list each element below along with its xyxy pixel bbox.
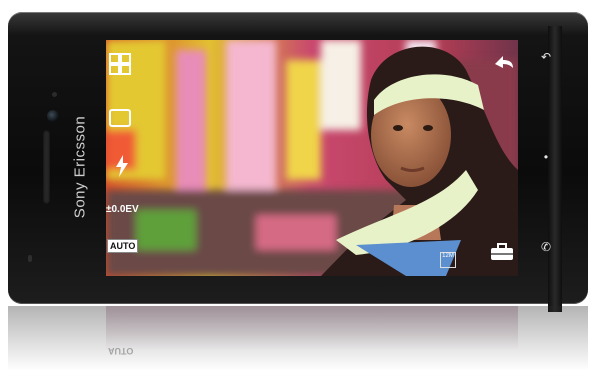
grid-icon[interactable] — [108, 52, 132, 76]
camera-viewfinder[interactable] — [106, 40, 518, 276]
brand-logo: Sony Ericsson — [71, 115, 89, 219]
exposure-value[interactable]: ±0.0EV — [106, 204, 139, 215]
reflection-screen — [106, 306, 518, 350]
back-arrow-icon[interactable] — [492, 50, 516, 74]
device-reflection: AUTO — [8, 306, 588, 378]
side-touch-strip — [548, 26, 562, 312]
resolution-badge: 12M — [440, 252, 456, 268]
camera-switch-icon[interactable]: ↶ — [538, 50, 554, 64]
flash-icon[interactable] — [110, 154, 134, 178]
toolbox-icon[interactable] — [490, 240, 514, 264]
proximity-sensor — [52, 92, 57, 97]
viewfinder-image — [106, 40, 518, 276]
dot-indicator-icon: • — [543, 150, 549, 164]
notification-led — [28, 255, 32, 262]
reflection-auto-label: AUTO — [108, 346, 134, 356]
front-camera — [47, 110, 59, 122]
frame-icon[interactable] — [108, 106, 132, 130]
phone-icon[interactable]: ✆ — [538, 240, 554, 254]
resolution-label: 12M — [442, 253, 454, 259]
scene-mode-badge[interactable]: AUTO — [107, 239, 139, 253]
earpiece-speaker — [43, 130, 50, 204]
